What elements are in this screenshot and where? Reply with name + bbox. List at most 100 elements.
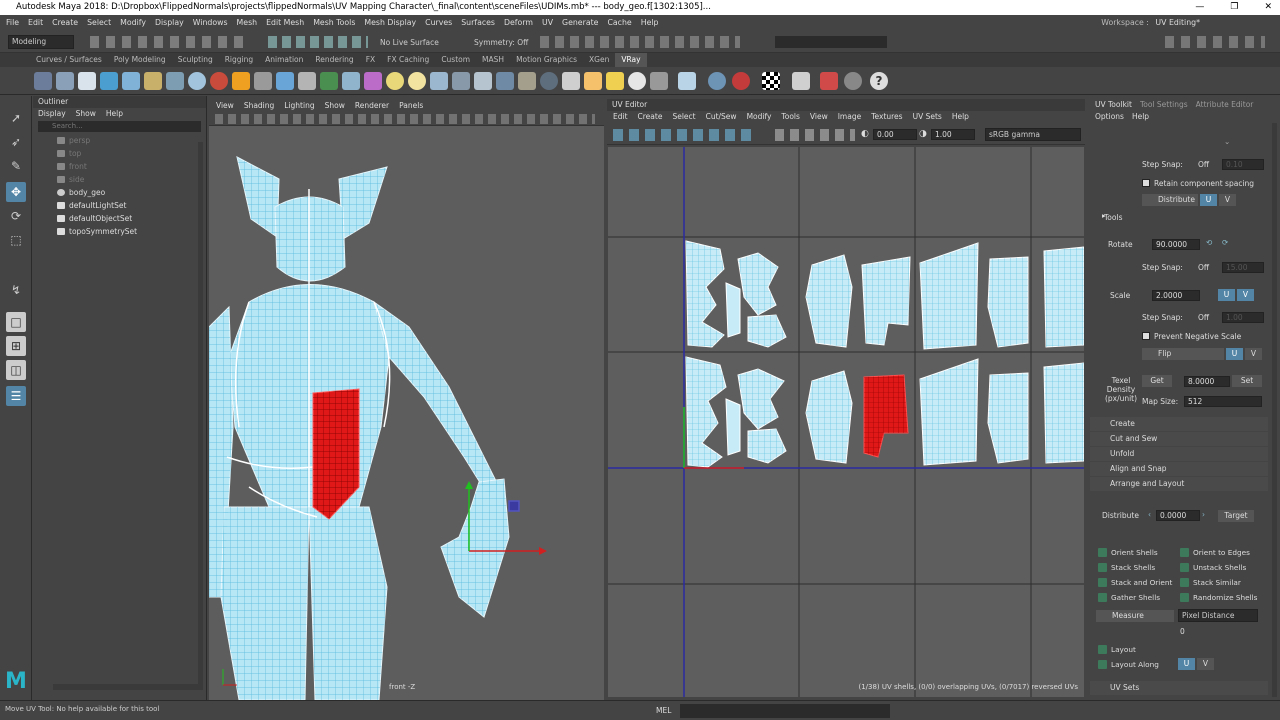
scale-input[interactable]: 2.0000 (1152, 290, 1200, 301)
step-snap-value-3[interactable]: Off (1198, 313, 1209, 322)
step-snap-value-2[interactable]: Off (1198, 263, 1209, 272)
shelf-tab-custom[interactable]: Custom (435, 53, 476, 67)
vray-scatter-icon[interactable] (320, 72, 338, 90)
uv-menu-view[interactable]: View (810, 111, 828, 123)
chevron-down-icon[interactable]: ⌄ (1224, 137, 1230, 146)
menu-surfaces[interactable]: Surfaces (461, 15, 495, 30)
viewport-menu-panels[interactable]: Panels (399, 99, 423, 112)
outliner-item-side[interactable]: side (33, 173, 206, 186)
texel-get-button[interactable]: Get (1142, 375, 1172, 387)
prevent-negative-scale-checkbox[interactable] (1142, 332, 1150, 340)
gamma-icon[interactable]: ◑ (919, 129, 927, 139)
vray-camera-icon[interactable] (430, 72, 448, 90)
randomize-shells-button[interactable]: Randomize Shells (1178, 591, 1258, 604)
tab-attribute-editor[interactable]: Attribute Editor (1196, 99, 1254, 111)
menu-mesh[interactable]: Mesh (237, 15, 258, 30)
viewport-menu-lighting[interactable]: Lighting (284, 99, 314, 112)
menu-display[interactable]: Display (155, 15, 184, 30)
shelf-tab-rendering[interactable]: Rendering (309, 53, 359, 67)
outliner-item-default-light-set[interactable]: defaultLightSet (33, 199, 206, 212)
menu-mesh-tools[interactable]: Mesh Tools (313, 15, 355, 30)
vray-render-elements-icon[interactable] (562, 72, 580, 90)
stack-similar-button[interactable]: Stack Similar (1178, 576, 1258, 589)
gather-shells-button[interactable]: Gather Shells (1096, 591, 1176, 604)
outliner-item-default-object-set[interactable]: defaultObjectSet (33, 212, 206, 225)
stack-shells-button[interactable]: Stack Shells (1096, 561, 1176, 574)
outliner-item-front[interactable]: front (33, 160, 206, 173)
four-pane-layout-icon[interactable]: ⊞ (6, 336, 26, 356)
texel-set-button[interactable]: Set (1232, 375, 1262, 387)
rotate-tool-icon[interactable]: ⟳ (6, 206, 26, 226)
uv-menu-image[interactable]: Image (838, 111, 862, 123)
shelf-tab-xgen[interactable]: XGen (583, 53, 615, 67)
section-unfold[interactable]: Unfold (1090, 447, 1268, 461)
workspace-selector[interactable]: Workspace : UV Editing* (1101, 15, 1200, 30)
vray-proxy-icon[interactable] (254, 72, 272, 90)
vray-dome-icon[interactable] (144, 72, 162, 90)
shelf-tab-rigging[interactable]: Rigging (219, 53, 259, 67)
statusline-icons[interactable] (90, 36, 250, 48)
vray-volume-icon[interactable] (496, 72, 514, 90)
rotate-input[interactable]: 90.0000 (1152, 239, 1200, 250)
snap-icons[interactable] (268, 36, 368, 48)
vray-ipr-icon[interactable] (100, 72, 118, 90)
vray-frame-buffer-icon[interactable] (56, 72, 74, 90)
tab-uv-toolkit[interactable]: UV Toolkit (1095, 99, 1132, 111)
outliner-menu-show[interactable]: Show (76, 108, 96, 119)
last-tool-icon[interactable]: ↯ (6, 280, 26, 300)
symmetry-label[interactable]: Symmetry: Off (474, 38, 528, 47)
vray-ies-icon[interactable] (628, 72, 646, 90)
single-pane-layout-icon[interactable]: □ (6, 312, 26, 332)
exposure-icon[interactable]: ◐ (861, 129, 869, 139)
uv-menu-modify[interactable]: Modify (747, 111, 772, 123)
two-pane-layout-icon[interactable]: ◫ (6, 360, 26, 380)
rotate-cw-icon[interactable]: ⟳ (1222, 238, 1228, 247)
map-size-input[interactable]: 512 (1184, 396, 1262, 407)
shelf-tab-motion-graphics[interactable]: Motion Graphics (510, 53, 583, 67)
uv-toolbar-icons-2[interactable] (775, 129, 855, 141)
menu-windows[interactable]: Windows (193, 15, 228, 30)
scale-tool-icon[interactable]: ⬚ (6, 230, 26, 250)
menu-edit-mesh[interactable]: Edit Mesh (266, 15, 304, 30)
vray-sun-icon[interactable] (386, 72, 404, 90)
viewport-toolbar-icons[interactable] (215, 114, 595, 124)
step-snap-input[interactable]: 0.10 (1222, 159, 1264, 170)
vray-sphere-light-icon[interactable] (166, 72, 184, 90)
section-arrange-and-layout[interactable]: Arrange and Layout (1090, 477, 1268, 491)
layout-button[interactable]: Layout (1096, 643, 1176, 656)
measure-button[interactable]: Measure (1096, 610, 1174, 622)
outliner-search-input[interactable]: Search... (38, 121, 201, 132)
distribute-right-icon[interactable]: › (1202, 510, 1205, 519)
vray-gear-icon[interactable] (452, 72, 470, 90)
vray-clipper-icon[interactable] (474, 72, 492, 90)
vray-fur-icon[interactable] (276, 72, 294, 90)
layout-along-u-button[interactable]: U (1178, 658, 1195, 670)
select-tool-icon[interactable]: ➚ (6, 108, 26, 128)
target-button[interactable]: Target (1218, 510, 1254, 522)
outliner-scrollbar[interactable] (198, 142, 203, 684)
orient-to-edges-button[interactable]: Orient to Edges (1178, 546, 1258, 559)
uv-canvas[interactable]: (1/38) UV shells, (0/0) overlapping UVs,… (608, 147, 1084, 697)
vray-spot-light-icon[interactable] (584, 72, 602, 90)
minimize-button[interactable]: — (1195, 0, 1204, 15)
flip-button[interactable]: Flip (1142, 348, 1224, 360)
outliner-menu-display[interactable]: Display (38, 108, 66, 119)
outliner-menu-help[interactable]: Help (106, 108, 123, 119)
menu-file[interactable]: File (6, 15, 19, 30)
distribute-u-button[interactable]: U (1200, 194, 1217, 206)
vray-vfb-icon[interactable] (792, 72, 810, 90)
distribute-v-button[interactable]: V (1219, 194, 1236, 206)
scale-u-button[interactable]: U (1218, 289, 1235, 301)
checker-icon[interactable] (762, 72, 780, 90)
exposure-input[interactable]: 0.00 (873, 129, 917, 140)
gamma-input[interactable]: 1.00 (931, 129, 975, 140)
orient-shells-button[interactable]: Orient Shells (1096, 546, 1176, 559)
measure-dropdown[interactable]: Pixel Distance (1178, 609, 1258, 622)
vray-settings-icon[interactable] (34, 72, 52, 90)
uv-menu-uv-sets[interactable]: UV Sets (913, 111, 942, 123)
menu-help[interactable]: Help (641, 15, 659, 30)
mel-command-input[interactable] (680, 704, 890, 718)
vray-env-icon[interactable] (678, 72, 696, 90)
retain-spacing-checkbox[interactable] (1142, 179, 1150, 187)
vray-rect-light-icon[interactable] (650, 72, 668, 90)
